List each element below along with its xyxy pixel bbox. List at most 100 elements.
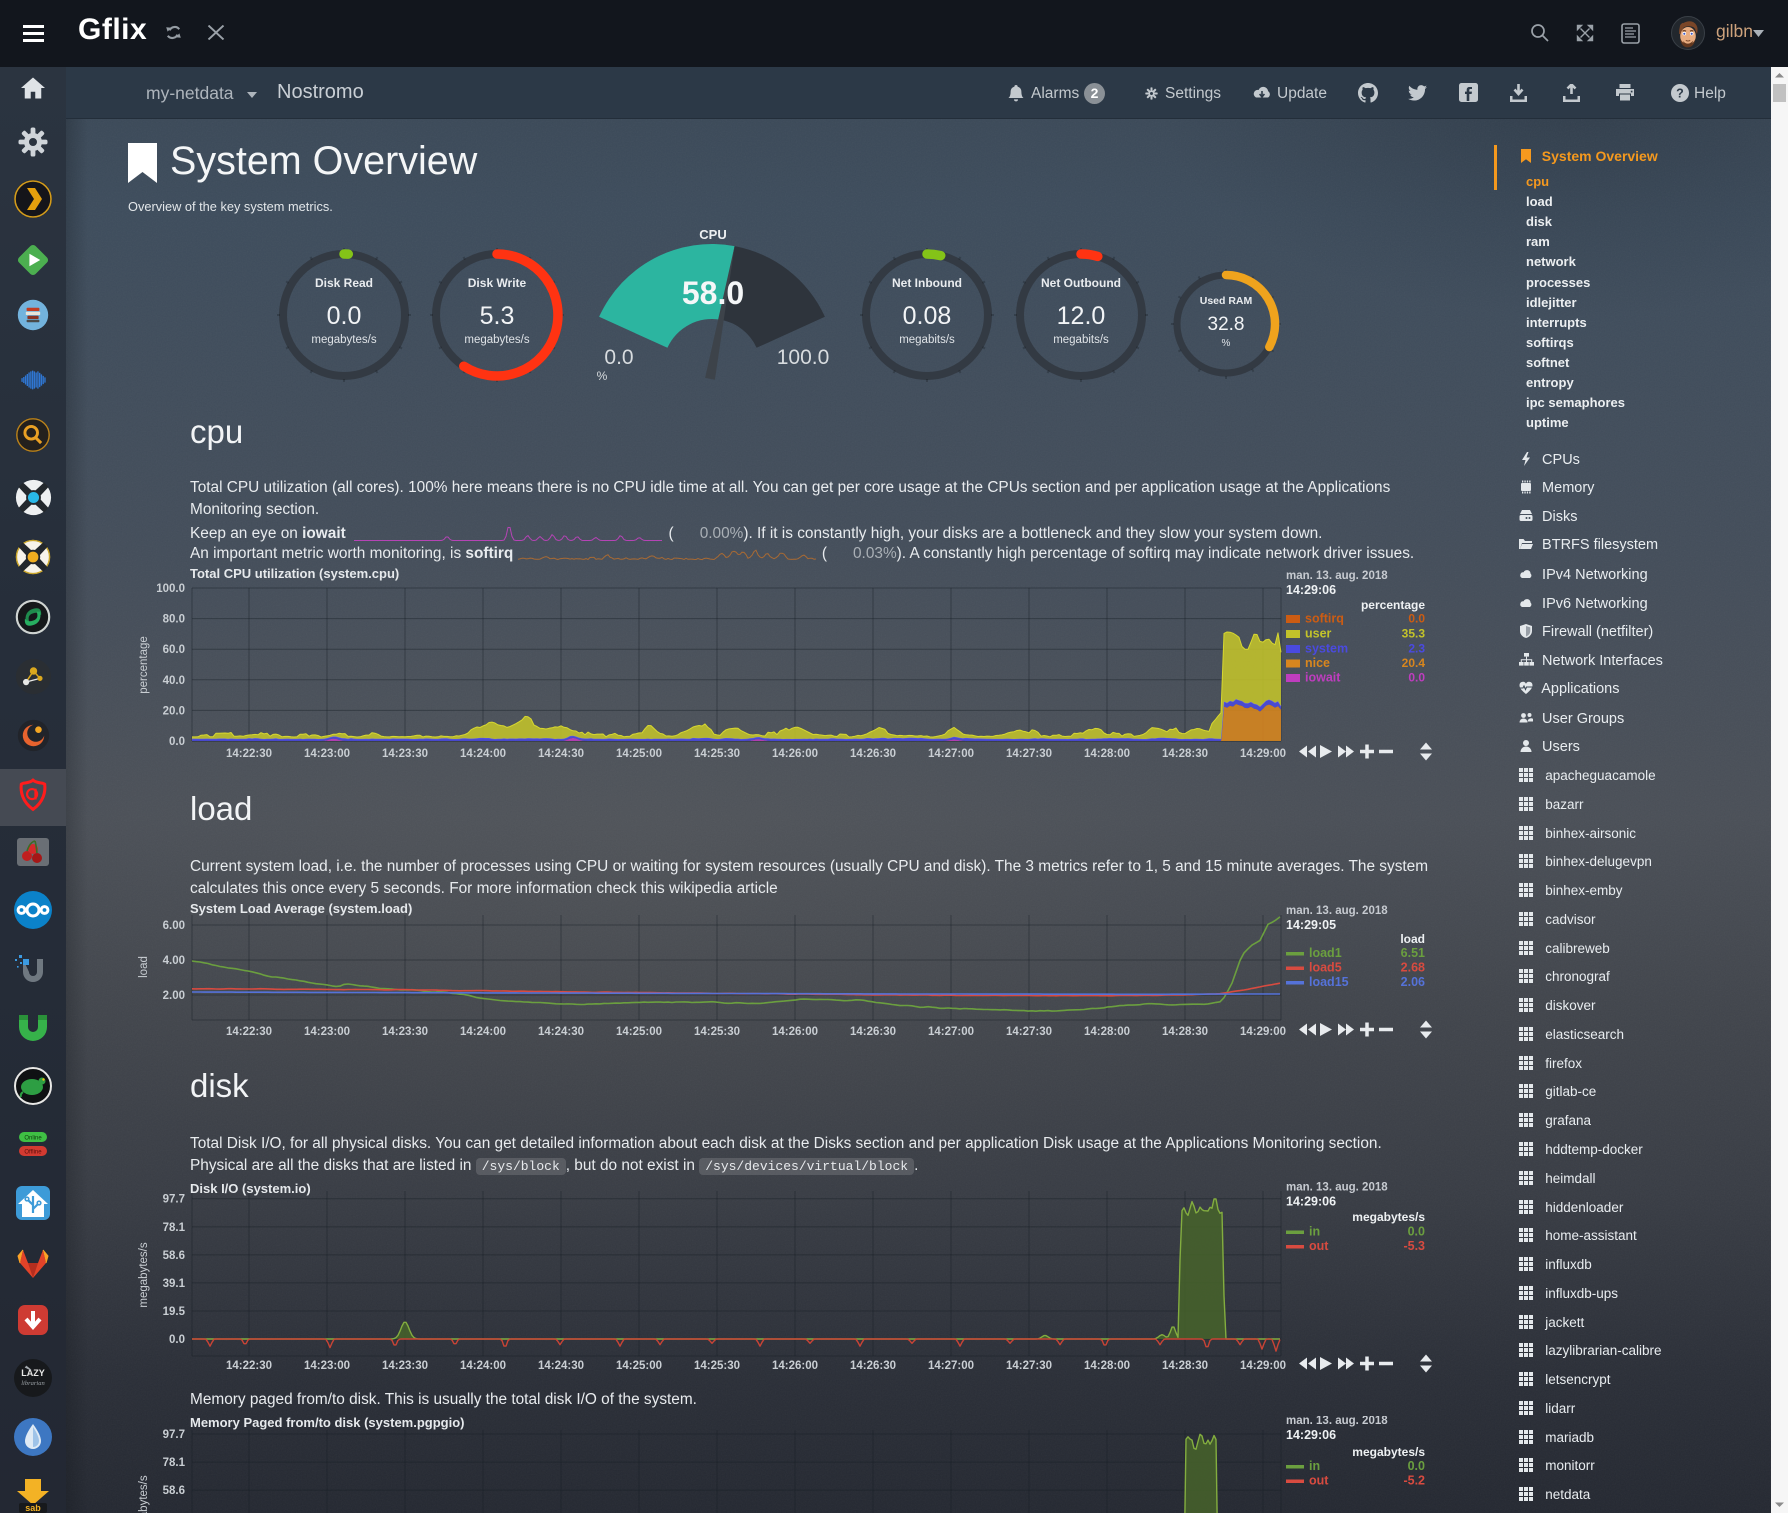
svg-text:14:26:30: 14:26:30 bbox=[850, 1026, 896, 1038]
svg-text:Memory Paged from/to disk (sys: Memory Paged from/to disk (system.pgpgio… bbox=[190, 1416, 465, 1430]
svg-text:System Load Average (system.lo: System Load Average (system.load) bbox=[190, 901, 412, 916]
svg-text:78.1: 78.1 bbox=[163, 1222, 186, 1234]
svg-text:Disk I/O (system.io): Disk I/O (system.io) bbox=[190, 1181, 311, 1196]
svg-text:97.7: 97.7 bbox=[163, 1194, 185, 1206]
svg-text:percentage: percentage bbox=[1361, 598, 1425, 612]
svg-text:14:29:00: 14:29:00 bbox=[1240, 1026, 1286, 1038]
svg-text:14:25:30: 14:25:30 bbox=[694, 1360, 740, 1372]
svg-text:14:23:00: 14:23:00 bbox=[304, 748, 350, 760]
svg-text:0.0: 0.0 bbox=[1408, 1225, 1425, 1239]
svg-text:20.4: 20.4 bbox=[1402, 656, 1426, 670]
svg-text:percentage: percentage bbox=[138, 636, 150, 694]
svg-text:20.0: 20.0 bbox=[163, 705, 185, 717]
svg-text:14:28:00: 14:28:00 bbox=[1084, 748, 1130, 760]
svg-text:14:25:00: 14:25:00 bbox=[616, 748, 662, 760]
svg-text:14:23:30: 14:23:30 bbox=[382, 1026, 428, 1038]
svg-text:14:22:30: 14:22:30 bbox=[226, 1026, 272, 1038]
svg-text:32.8: 32.8 bbox=[1208, 314, 1245, 335]
svg-text:load15: load15 bbox=[1309, 975, 1349, 989]
svg-text:14:24:30: 14:24:30 bbox=[538, 748, 584, 760]
svg-text:megabytes/s: megabytes/s bbox=[311, 334, 376, 346]
svg-text:14:26:00: 14:26:00 bbox=[772, 748, 818, 760]
svg-text:14:28:30: 14:28:30 bbox=[1162, 1360, 1208, 1372]
svg-text:58.0: 58.0 bbox=[682, 275, 744, 311]
svg-text:-5.2: -5.2 bbox=[1403, 1474, 1425, 1488]
svg-text:CPU: CPU bbox=[699, 227, 726, 242]
svg-text:97.7: 97.7 bbox=[163, 1429, 185, 1441]
svg-text:0.08: 0.08 bbox=[903, 302, 952, 330]
svg-text:man. 13. aug. 2018: man. 13. aug. 2018 bbox=[1286, 1182, 1388, 1194]
svg-text:58.6: 58.6 bbox=[163, 1250, 185, 1262]
svg-text:14:28:30: 14:28:30 bbox=[1162, 748, 1208, 760]
svg-text:2.68: 2.68 bbox=[1401, 961, 1425, 975]
svg-text:Net Outbound: Net Outbound bbox=[1041, 276, 1121, 290]
svg-text:19.5: 19.5 bbox=[163, 1306, 186, 1318]
svg-text:load1: load1 bbox=[1309, 946, 1342, 960]
svg-text:load5: load5 bbox=[1309, 961, 1342, 975]
svg-text:user: user bbox=[1305, 627, 1332, 641]
svg-text:14:22:30: 14:22:30 bbox=[226, 748, 272, 760]
svg-text:system: system bbox=[1305, 642, 1348, 656]
svg-text:100.0: 100.0 bbox=[777, 346, 830, 369]
svg-text:iowait: iowait bbox=[1305, 671, 1341, 685]
svg-text:14:25:00: 14:25:00 bbox=[616, 1360, 662, 1372]
svg-text:14:27:00: 14:27:00 bbox=[928, 748, 974, 760]
svg-text:14:24:00: 14:24:00 bbox=[460, 1026, 506, 1038]
svg-text:in: in bbox=[1309, 1225, 1320, 1239]
svg-text:14:27:00: 14:27:00 bbox=[928, 1360, 974, 1372]
svg-text:0.0: 0.0 bbox=[1408, 1459, 1425, 1473]
svg-text:14:25:30: 14:25:30 bbox=[694, 1026, 740, 1038]
svg-text:14:29:06: 14:29:06 bbox=[1286, 1195, 1336, 1209]
svg-text:14:27:30: 14:27:30 bbox=[1006, 748, 1052, 760]
svg-text:14:22:30: 14:22:30 bbox=[226, 1360, 272, 1372]
svg-text:Offline: Offline bbox=[24, 1150, 42, 1156]
svg-text:%: % bbox=[597, 369, 608, 383]
svg-text:39.1: 39.1 bbox=[163, 1278, 186, 1290]
svg-text:14:28:00: 14:28:00 bbox=[1084, 1026, 1130, 1038]
svg-text:0.0: 0.0 bbox=[169, 1334, 185, 1346]
svg-text:0.0: 0.0 bbox=[1408, 671, 1425, 685]
svg-text:14:26:00: 14:26:00 bbox=[772, 1360, 818, 1372]
svg-text:5.3: 5.3 bbox=[480, 302, 515, 330]
svg-text:58.6: 58.6 bbox=[163, 1485, 185, 1497]
svg-text:14:23:30: 14:23:30 bbox=[382, 748, 428, 760]
svg-text:nice: nice bbox=[1305, 656, 1330, 670]
svg-text:Disk Read: Disk Read bbox=[315, 276, 373, 290]
svg-text:megabits/s: megabits/s bbox=[899, 334, 955, 346]
svg-text:14:27:30: 14:27:30 bbox=[1006, 1026, 1052, 1038]
svg-text:4.00: 4.00 bbox=[163, 955, 185, 967]
svg-text:in: in bbox=[1309, 1459, 1320, 1473]
svg-text:0.0: 0.0 bbox=[327, 302, 362, 330]
svg-text:megabytes/s: megabytes/s bbox=[464, 334, 529, 346]
svg-text:2.00: 2.00 bbox=[163, 990, 185, 1002]
svg-text:60.0: 60.0 bbox=[163, 644, 185, 656]
svg-text:Total CPU utilization (system.: Total CPU utilization (system.cpu) bbox=[190, 566, 399, 581]
svg-text:man. 13. aug. 2018: man. 13. aug. 2018 bbox=[1286, 570, 1388, 582]
svg-text:35.3: 35.3 bbox=[1402, 627, 1426, 641]
svg-text:Net Inbound: Net Inbound bbox=[892, 276, 962, 290]
svg-text:100.0: 100.0 bbox=[156, 583, 185, 595]
svg-text:man. 13. aug. 2018: man. 13. aug. 2018 bbox=[1286, 905, 1388, 917]
svg-text:load: load bbox=[1400, 932, 1425, 946]
svg-text:megabytes/s: megabytes/s bbox=[138, 1475, 150, 1513]
svg-text:14:29:05: 14:29:05 bbox=[1286, 918, 1336, 932]
svg-text:megabytes/s: megabytes/s bbox=[1352, 1445, 1425, 1459]
svg-text:6.51: 6.51 bbox=[1401, 946, 1425, 960]
svg-text:14:27:30: 14:27:30 bbox=[1006, 1360, 1052, 1372]
svg-text:2.06: 2.06 bbox=[1401, 975, 1425, 989]
svg-text:Online: Online bbox=[24, 1136, 42, 1142]
svg-text:out: out bbox=[1309, 1474, 1329, 1488]
svg-text:14:29:06: 14:29:06 bbox=[1286, 583, 1336, 597]
svg-text:14:24:00: 14:24:00 bbox=[460, 1360, 506, 1372]
svg-text:0.0: 0.0 bbox=[169, 736, 185, 748]
svg-text:14:26:00: 14:26:00 bbox=[772, 1026, 818, 1038]
svg-text:14:23:30: 14:23:30 bbox=[382, 1360, 428, 1372]
svg-text:out: out bbox=[1309, 1239, 1329, 1253]
svg-text:LAZY: LAZY bbox=[21, 1368, 45, 1378]
svg-text:14:26:30: 14:26:30 bbox=[850, 1360, 896, 1372]
svg-text:14:29:00: 14:29:00 bbox=[1240, 1360, 1286, 1372]
svg-text:0.0: 0.0 bbox=[1408, 612, 1425, 626]
svg-text:40.0: 40.0 bbox=[163, 675, 185, 687]
svg-text:?: ? bbox=[1676, 87, 1684, 101]
svg-text:man. 13. aug. 2018: man. 13. aug. 2018 bbox=[1286, 1416, 1388, 1427]
